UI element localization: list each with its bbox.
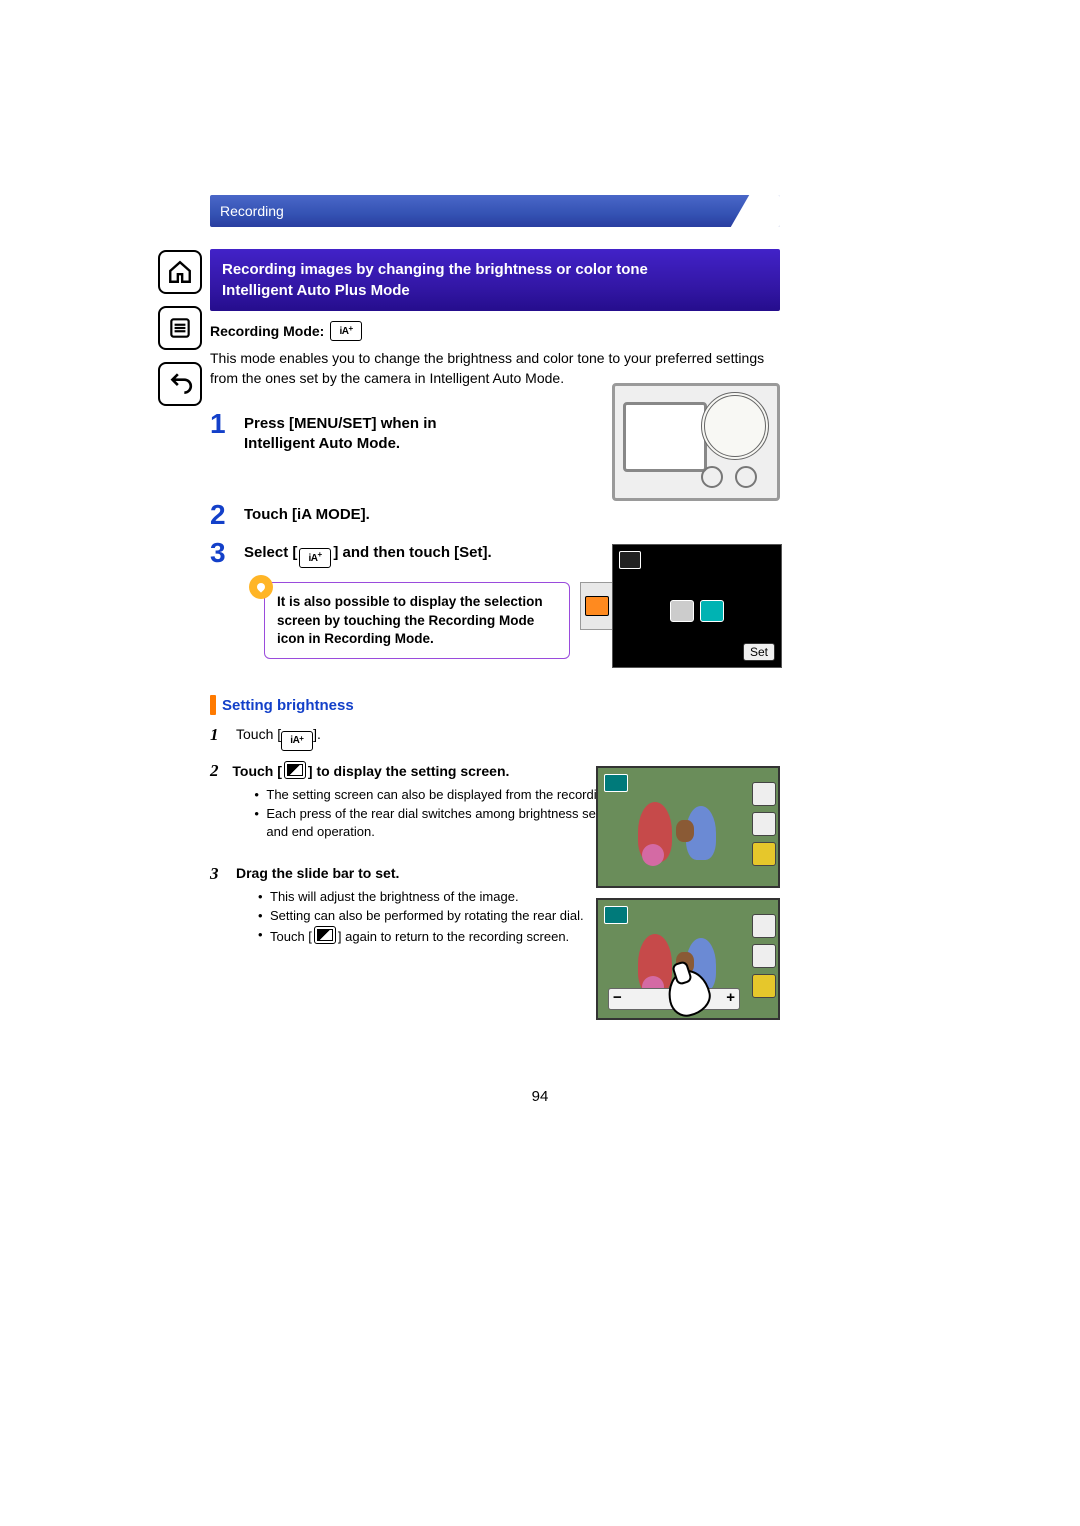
sub2-bold: Touch [ ] to display the setting screen. — [232, 763, 509, 779]
mode-select-illustration: Set — [612, 544, 782, 668]
back-icon[interactable] — [158, 362, 202, 406]
home-icon[interactable] — [158, 250, 202, 294]
step-2: 2 Touch [iA MODE]. — [210, 501, 780, 529]
lightbulb-icon — [249, 575, 273, 599]
step-2-text: Touch [iA MODE]. — [244, 501, 370, 529]
tip-callout: It is also possible to display the selec… — [264, 582, 570, 659]
camera-buttons-icon — [701, 466, 757, 488]
bullet: This will adjust the brightness of the i… — [258, 888, 584, 907]
ia-plus-icon — [330, 321, 362, 341]
mode-badge-icon — [604, 906, 628, 924]
subheading-row: Setting brightness — [210, 695, 780, 715]
step-3-text-b: ] and then touch [Set]. — [333, 544, 491, 561]
substep-1: 1 Touch []. — [210, 725, 780, 751]
bullet: Setting can also be performed by rotatin… — [258, 907, 584, 926]
substep-number: 3 — [210, 864, 236, 946]
recording-mode-label: Recording Mode: — [210, 323, 324, 339]
substep-3-text: Drag the slide bar to set. This will adj… — [236, 864, 584, 946]
side-panel — [752, 914, 774, 998]
ia-mode-icon — [670, 600, 694, 622]
brightness-screen-illustration — [596, 766, 780, 888]
heading-line-1: Recording images by changing the brightn… — [222, 259, 768, 280]
camera-dial-icon — [701, 392, 769, 460]
step-3-text-a: Select [ — [244, 544, 297, 561]
heading-line-2: Intelligent Auto Plus Mode — [222, 280, 768, 301]
child-figure — [638, 934, 672, 994]
recording-mode-line: Recording Mode: — [210, 321, 780, 341]
step-number: 1 — [210, 410, 238, 455]
brightness-slide-illustration — [596, 898, 780, 1020]
ia-plus-icon — [281, 731, 313, 751]
child-figure — [686, 806, 716, 860]
subheading: Setting brightness — [222, 697, 354, 714]
mode-badge-icon — [604, 774, 628, 792]
ia-plus-icon — [299, 548, 331, 568]
mode-options — [670, 600, 724, 622]
sub2-bold-a: Touch [ — [232, 763, 282, 779]
step-number: 3 — [210, 539, 238, 569]
sub3-bold: Drag the slide bar to set. — [236, 865, 399, 881]
mode-badge-icon — [619, 551, 641, 569]
step-number: 2 — [210, 501, 238, 529]
manual-page: Recording Recording images by changing t… — [0, 0, 1080, 1526]
tip-text: It is also possible to display the selec… — [277, 594, 543, 645]
substep-3-bullets: This will adjust the brightness of the i… — [258, 888, 584, 947]
section-heading: Recording images by changing the brightn… — [210, 249, 780, 311]
bullet-text-a: Touch [ — [270, 929, 312, 944]
sidebar-nav — [158, 250, 200, 418]
bullet-text-b: ] again to return to the recording scree… — [338, 929, 569, 944]
set-button: Set — [743, 643, 775, 661]
step-1-text: Press [MENU/SET] when in Intelligent Aut… — [244, 410, 494, 455]
ia-selected-icon — [585, 596, 609, 616]
sub1-text-b: ]. — [313, 726, 321, 742]
exposure-panel-icon — [752, 974, 776, 998]
side-panel — [752, 782, 774, 866]
page-number: 94 — [0, 1088, 1080, 1105]
camera-lcd-icon — [623, 402, 707, 472]
bullet-text-b: and end operation. — [266, 824, 374, 839]
breadcrumb: Recording — [210, 195, 780, 227]
subhead-accent — [210, 695, 216, 715]
drag-hand-icon — [668, 970, 710, 1016]
camera-back-illustration — [612, 383, 780, 501]
ia-plus-mode-icon — [700, 600, 724, 622]
child-figure — [638, 802, 672, 862]
substep-number: 2 — [210, 761, 232, 842]
substep-1-text: Touch []. — [236, 725, 321, 751]
substep-number: 1 — [210, 725, 236, 751]
sub1-text-a: Touch [ — [236, 726, 281, 742]
sub2-bold-b: ] to display the setting screen. — [308, 763, 510, 779]
toc-icon[interactable] — [158, 306, 202, 350]
exposure-panel-icon — [752, 842, 776, 866]
exposure-icon — [284, 761, 306, 779]
step-3-text: Select [ ] and then touch [Set]. — [244, 539, 492, 569]
bullet: Touch [ ] again to return to the recordin… — [258, 926, 584, 947]
exposure-icon — [314, 926, 336, 944]
